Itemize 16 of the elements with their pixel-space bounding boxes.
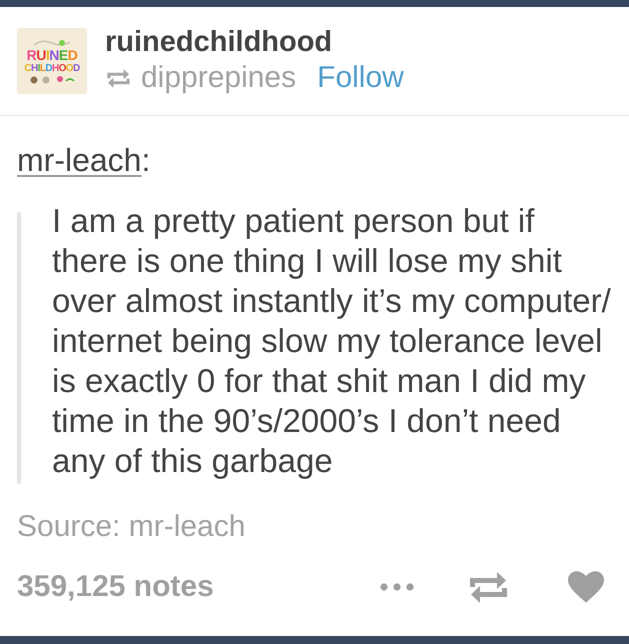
logo-text: RUINED [26,48,78,62]
author-link[interactable]: mr-leach [17,142,142,178]
heart-icon[interactable] [568,571,604,603]
notes-count[interactable]: 359,125 notes [17,569,214,605]
source-text: Source: mr-leach [17,509,246,545]
reblog-icon[interactable] [470,570,507,604]
logo-text: CHILDHOOD [24,62,80,74]
blog-name-link[interactable]: ruinedchildhood [105,24,404,60]
quote-attribution: mr-leach: [17,142,152,178]
quote-text: I am a pretty patient person but if there is one thing I will lose my shit over almost instantly it’s my computer/ internet being slow my tolerance level is exactly 0 for that shit man I did my time in the 90’s/2000’s I don’t need any of this garbage [51,201,612,481]
more-options-icon[interactable] [380,583,414,591]
doodle-drawing [32,38,72,46]
reblog-icon [105,68,132,88]
reblogged-from-link[interactable]: dipprepines [141,60,296,96]
doodle-drawing [28,74,76,84]
follow-link[interactable]: Follow [317,60,404,96]
